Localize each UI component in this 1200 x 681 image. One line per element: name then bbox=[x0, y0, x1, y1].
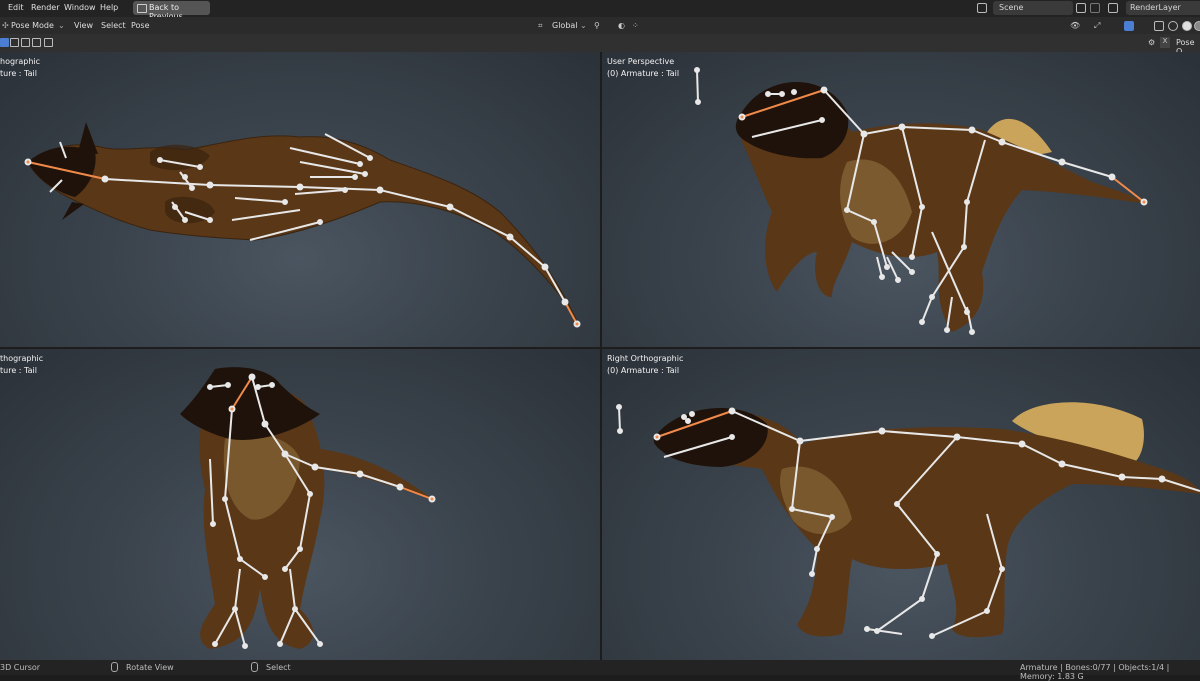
extend-select-icon[interactable] bbox=[10, 38, 19, 47]
bone-options-icon[interactable]: ⚙ bbox=[1148, 38, 1155, 47]
mouse-middle-icon bbox=[111, 662, 118, 672]
tool-settings-row bbox=[0, 34, 1200, 52]
viewport-header: ✣ Pose Mode ⌄ View Select Pose ⌗ Global … bbox=[0, 17, 1200, 34]
screen-icon bbox=[137, 4, 147, 13]
chevron-down-icon: ⌄ bbox=[580, 21, 587, 30]
invert-select-icon[interactable] bbox=[32, 38, 41, 47]
menu-pose[interactable]: Pose bbox=[131, 21, 150, 30]
status-select: Select bbox=[266, 663, 291, 672]
solid-shading-icon[interactable] bbox=[1182, 21, 1192, 31]
snap-icon[interactable]: ◐ bbox=[618, 21, 625, 30]
proportional-icon[interactable]: ⁘ bbox=[632, 21, 639, 30]
menu-view[interactable]: View bbox=[74, 21, 93, 30]
menu-window[interactable]: Window bbox=[64, 3, 96, 12]
cursor-icon: ✣ bbox=[2, 21, 9, 30]
mouse-left-icon bbox=[251, 662, 258, 672]
close-icon[interactable]: X bbox=[1160, 37, 1170, 48]
orientation-dropdown[interactable]: Global bbox=[552, 21, 578, 30]
pivot-icon[interactable]: ⚲ bbox=[594, 21, 600, 30]
select-box-mode-icon[interactable] bbox=[0, 38, 9, 47]
viewport-bottom-left[interactable]: thographic ture : Tail bbox=[0, 349, 600, 660]
menu-render[interactable]: Render bbox=[31, 3, 59, 12]
dinosaur-front-view bbox=[180, 367, 436, 649]
creature-tail bbox=[320, 449, 432, 499]
dinosaur-perspective-view bbox=[694, 67, 1148, 335]
top-menu-bar: Edit Render Window Help Back to Previous… bbox=[0, 0, 1200, 21]
gizmo-icon[interactable]: ⤢ bbox=[1094, 21, 1100, 31]
material-shading-icon[interactable] bbox=[1194, 21, 1200, 31]
dinosaur-side-view bbox=[616, 402, 1200, 639]
wireframe-shading-icon[interactable] bbox=[1168, 21, 1178, 31]
back-to-previous-button[interactable]: Back to Previous bbox=[133, 1, 210, 21]
scene-statistics: Armature | Bones:0/77 | Objects:1/4 | Me… bbox=[1020, 663, 1170, 681]
scene-icon[interactable] bbox=[977, 3, 987, 13]
scene-name: Scene bbox=[999, 3, 1024, 12]
mode-dropdown[interactable]: Pose Mode bbox=[11, 21, 54, 30]
viewport-top-left[interactable]: hographic ture : Tail bbox=[0, 52, 600, 347]
subtract-select-icon[interactable] bbox=[21, 38, 30, 47]
transform-orientation-icon: ⌗ bbox=[538, 21, 543, 30]
chevron-down-icon: ⌄ bbox=[58, 21, 65, 30]
dinosaur-top-view bbox=[24, 122, 581, 328]
viewport-bottom-right[interactable]: Right Orthographic (0) Armature : Tail bbox=[602, 349, 1200, 660]
delete-scene-icon[interactable] bbox=[1090, 3, 1100, 13]
menu-edit[interactable]: Edit bbox=[8, 3, 24, 12]
visibility-icon[interactable]: 👁 bbox=[1070, 21, 1080, 30]
menu-help[interactable]: Help bbox=[100, 3, 118, 12]
viewport-top-right[interactable]: User Perspective (0) Armature : Tail bbox=[602, 52, 1200, 347]
status-bar: 3D Cursor Rotate View Select Armature | … bbox=[0, 660, 1200, 681]
render-layer-name: RenderLayer bbox=[1130, 3, 1181, 12]
render-layer-icon[interactable] bbox=[1108, 3, 1118, 13]
overlay-icon[interactable] bbox=[1124, 21, 1134, 31]
status-3d-cursor: 3D Cursor bbox=[0, 663, 41, 672]
menu-select[interactable]: Select bbox=[101, 21, 126, 30]
render-layer-selector[interactable]: RenderLayer bbox=[1126, 1, 1200, 15]
new-scene-icon[interactable] bbox=[1076, 3, 1086, 13]
intersect-select-icon[interactable] bbox=[44, 38, 53, 47]
scene-selector[interactable]: Scene bbox=[993, 1, 1073, 15]
xray-icon[interactable] bbox=[1154, 21, 1164, 31]
status-rotate-view: Rotate View bbox=[126, 663, 174, 672]
